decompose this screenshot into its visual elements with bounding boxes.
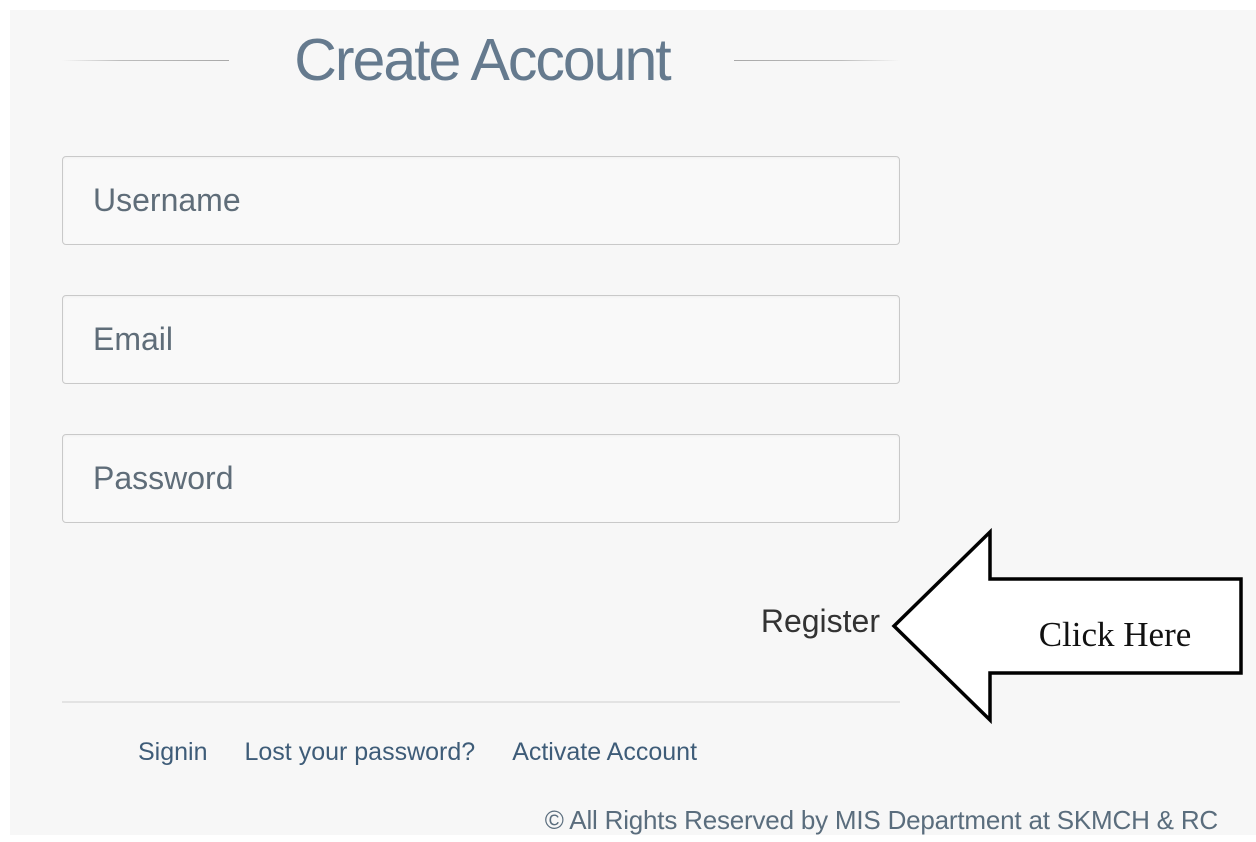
email-field[interactable] (62, 295, 900, 384)
heading-right-rule (734, 60, 900, 61)
signin-link[interactable]: Signin (138, 732, 208, 772)
password-field[interactable] (62, 434, 900, 523)
copyright-notice: © All Rights Reserved by MIS Department … (544, 805, 1218, 835)
footer-links: Signin Lost your password? Activate Accoun… (138, 732, 734, 772)
activate-account-link[interactable]: Activate Account (512, 732, 697, 772)
page-title: Create Account (294, 27, 671, 93)
username-field[interactable] (62, 156, 900, 245)
lost-password-link[interactable]: Lost your password? (245, 732, 476, 772)
register-button[interactable]: Register (690, 594, 880, 648)
heading-left-rule (62, 60, 229, 61)
header-row: Create Account (62, 18, 900, 102)
signup-panel (10, 10, 1256, 835)
click-here-callout: Click Here (1038, 615, 1192, 654)
footer-divider (62, 701, 900, 703)
